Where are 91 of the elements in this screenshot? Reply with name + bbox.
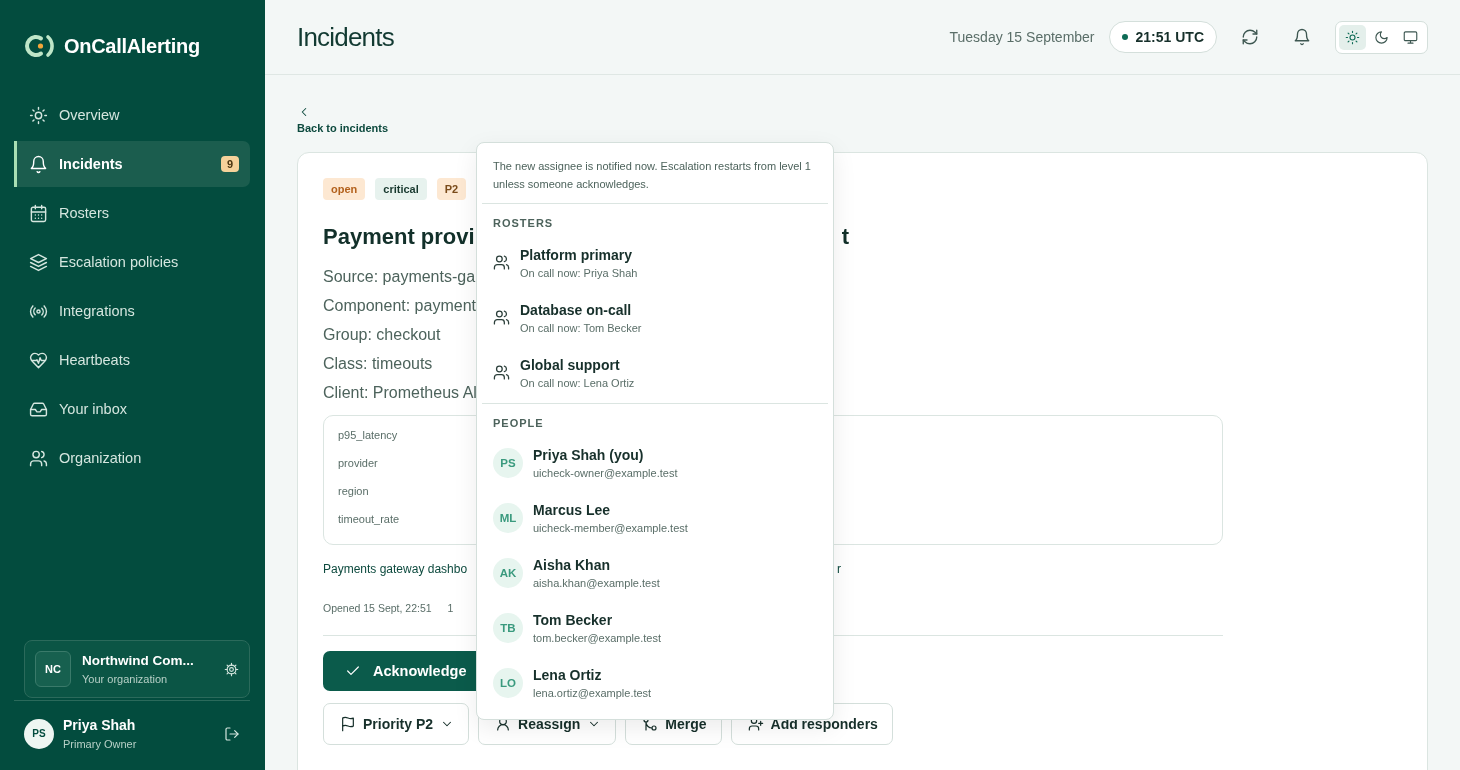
heart-pulse-icon: [29, 350, 48, 370]
option-name: Database on-call: [520, 301, 633, 318]
field-key: timeout_rate: [338, 512, 400, 526]
sidebar-item[interactable]: Escalation policies: [14, 239, 250, 285]
option-detail: tom.becker@example.test: [533, 631, 661, 644]
logo-icon: [25, 33, 55, 59]
opened-time: Opened 15 Sept, 22:51: [323, 602, 432, 614]
option-name: Global support: [520, 356, 621, 373]
option-detail: On call now: Lena Ortiz: [520, 376, 635, 389]
detail-text: Client: Prometheus Al: [323, 383, 477, 403]
tag: critical: [375, 178, 427, 200]
option-detail: On call now: Priya Shah: [520, 266, 638, 279]
option-detail: uicheck-owner@example.test: [533, 466, 678, 479]
action-button[interactable]: Priority P2: [323, 703, 470, 745]
person-avatar: PS: [493, 447, 523, 478]
roster-option[interactable]: Platform primary On call now: Priya Shah: [482, 235, 828, 290]
sidebar-item[interactable]: Integrations: [14, 288, 250, 334]
option-name: Lena Ortiz: [533, 666, 603, 683]
option-name: Platform primary: [520, 246, 634, 263]
dashboard-link[interactable]: Payments gateway dashbo: [323, 562, 468, 576]
person-option[interactable]: AK Aisha Khan aisha.khan@example.test: [482, 545, 828, 600]
sidebar-item[interactable]: Heartbeats: [14, 337, 250, 383]
status-dot: [1121, 34, 1128, 40]
person-option[interactable]: ML Marcus Lee uicheck-member@example.test: [482, 490, 828, 545]
organization-name: Northwind Com...: [82, 653, 195, 668]
option-detail: uicheck-member@example.test: [533, 521, 688, 534]
users-icon: [493, 254, 510, 271]
organization-subtitle: Your organization: [82, 673, 169, 685]
option-name: Tom Becker: [533, 611, 614, 628]
incident-title-fragment: t: [841, 224, 849, 250]
field-key: provider: [338, 456, 378, 470]
field-key: p95_latency: [338, 428, 398, 442]
user-name: Priya Shah: [63, 717, 137, 733]
person-avatar: AK: [493, 557, 523, 588]
user-avatar: PS: [24, 718, 54, 749]
person-avatar: ML: [493, 502, 523, 533]
count-badge: 9: [220, 156, 239, 172]
inbox-icon: [29, 399, 48, 419]
option-name: Priya Shah (you): [533, 446, 645, 463]
option-name: Aisha Khan: [533, 556, 611, 573]
detail-text: Group: checkout: [323, 325, 441, 345]
detail-text: Class: timeouts: [323, 354, 433, 374]
users-icon: [493, 364, 510, 381]
detail-text: Source: payments-ga: [323, 267, 476, 287]
sun-icon: [1345, 29, 1360, 45]
person-avatar: LO: [493, 667, 523, 698]
roster-option[interactable]: Database on-call On call now: Tom Becker: [482, 290, 828, 345]
section-heading: PEOPLE: [492, 417, 545, 429]
sidebar-item[interactable]: Organization: [14, 435, 250, 481]
calendar-icon: [29, 203, 48, 223]
meta-text: 1: [447, 602, 454, 614]
roster-option[interactable]: Global support On call now: Lena Ortiz: [482, 345, 828, 400]
incident-title: Payment provi: [323, 224, 475, 250]
user-role: Primary Owner: [63, 738, 138, 750]
date-text: Tuesday 15 September: [949, 29, 1095, 45]
sidebar-item[interactable]: Incidents 9: [14, 141, 250, 187]
section-heading: ROSTERS: [492, 217, 555, 229]
option-name: Marcus Lee: [533, 501, 612, 518]
organization-card[interactable]: NC Northwind Com... Your organization: [24, 640, 250, 698]
flag-icon: [340, 716, 356, 732]
tag: P2: [436, 178, 467, 200]
refresh-icon: [1241, 28, 1259, 46]
person-avatar: TB: [493, 612, 523, 643]
bell-icon: [1293, 28, 1311, 46]
organization-avatar: NC: [35, 651, 71, 687]
layers-icon: [29, 252, 48, 272]
menu-note: The new assignee is notified now. Escalation restarts from level 1 unless someone acknowledges.: [482, 149, 828, 204]
sidebar-item[interactable]: Rosters: [14, 190, 250, 236]
page-title: Incidents: [297, 21, 394, 53]
back-link[interactable]: Back to incidents: [297, 105, 389, 134]
bell-icon: [29, 154, 48, 174]
detail-text: Component: payment: [323, 296, 476, 316]
clock-pill: 21:51 UTC: [1108, 21, 1217, 53]
settings-icon: [224, 661, 239, 677]
sun-icon: [29, 105, 48, 125]
option-detail: On call now: Tom Becker: [520, 321, 642, 334]
option-detail: aisha.khan@example.test: [533, 576, 660, 589]
sidebar-item[interactable]: Overview: [14, 92, 250, 138]
person-option[interactable]: PS Priya Shah (you) uicheck-owner@example.test: [482, 435, 828, 490]
field-key: region: [338, 484, 369, 498]
users-icon: [29, 448, 48, 468]
tag: open: [323, 178, 366, 200]
moon-icon: [1374, 29, 1389, 45]
option-detail: lena.ortiz@example.test: [533, 686, 652, 699]
sidebar-item[interactable]: Your inbox: [14, 386, 250, 432]
monitor-icon: [1403, 29, 1418, 45]
link-fragment[interactable]: r: [837, 562, 841, 576]
theme-option[interactable]: [1339, 24, 1366, 50]
logout-icon: [224, 725, 240, 742]
app-name: OnCallAlerting: [64, 34, 200, 58]
users-icon: [493, 309, 510, 326]
